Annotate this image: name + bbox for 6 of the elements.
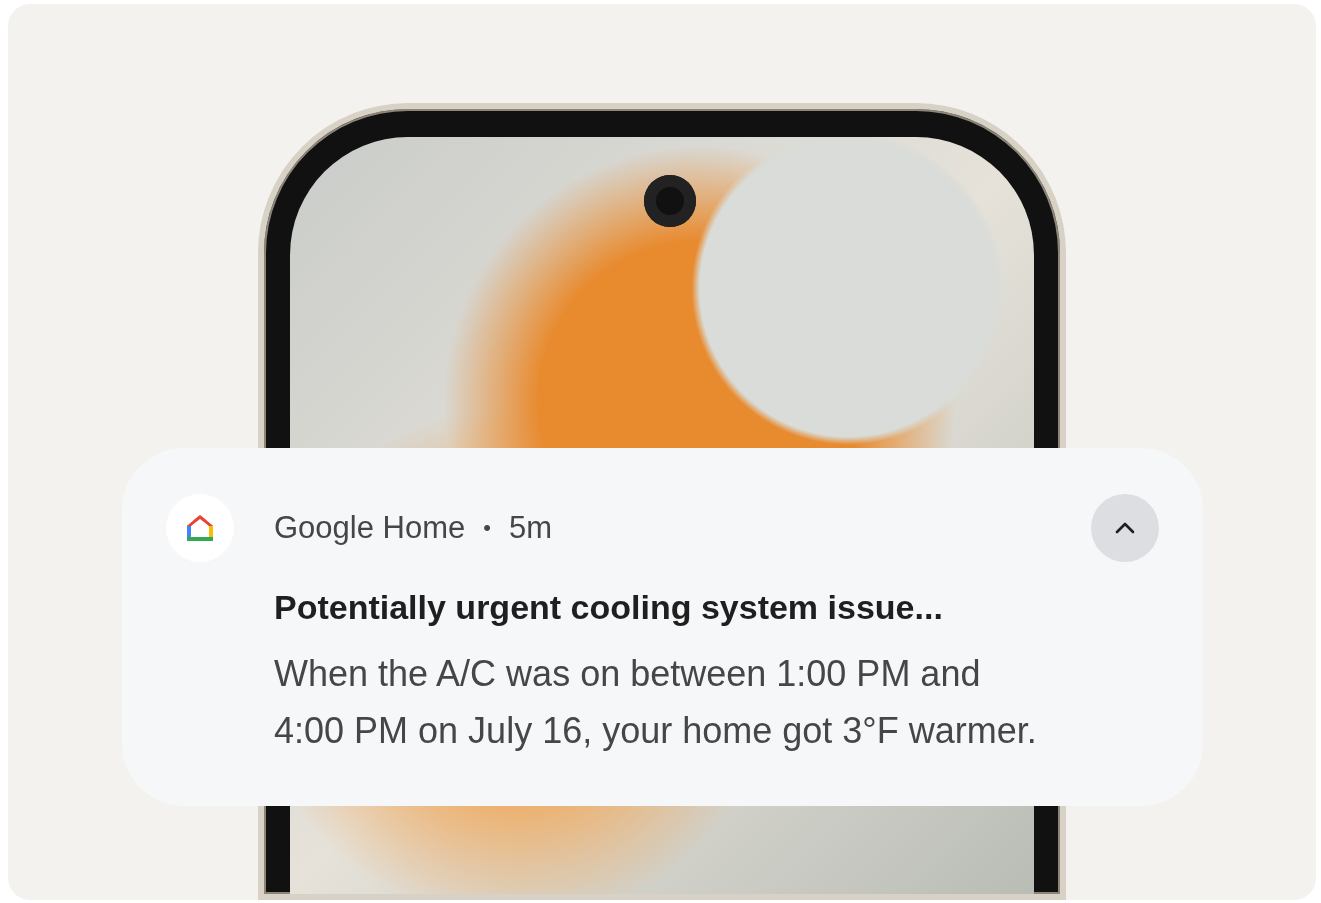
notification-body: When the A/C was on between 1:00 PM and 4:00 PM on July 16, your home got 3°F warmer. [274,652,1038,753]
notification-card[interactable]: Google Home • 5m Potentially urgent cooling system issue... When the A/C was on between 1:00 PM and 4:00 PM on July 16, your home got 3°F warmer. [122,448,1203,806]
notification-title: Potentially urgent cooling system issue... [274,588,944,627]
app-name: Google Home [274,510,466,546]
separator-dot: • [483,515,491,541]
timestamp: 5m [509,510,553,546]
